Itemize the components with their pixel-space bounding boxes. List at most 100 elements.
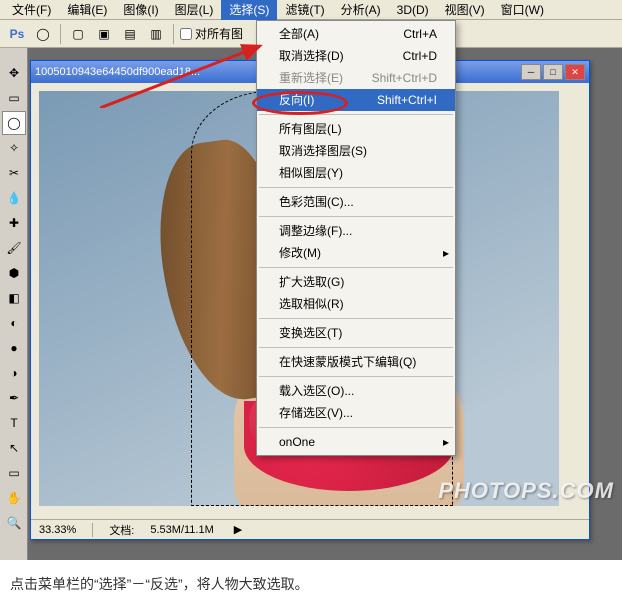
menu-edit[interactable]: 编辑(E)	[59, 0, 115, 20]
maximize-button[interactable]: □	[543, 64, 563, 80]
chevron-right-icon[interactable]: ▶	[234, 523, 242, 536]
menu-item-label: 选取相似(R)	[279, 296, 344, 312]
watermark: PHOTOPS.COM	[438, 478, 614, 504]
submenu-arrow-icon: ▸	[443, 245, 449, 261]
sample-all-checkbox[interactable]	[180, 28, 192, 40]
hand-tool[interactable]: ✋	[2, 486, 26, 510]
menu-separator	[259, 376, 453, 377]
menu-layer[interactable]: 图层(L)	[167, 0, 222, 20]
menu-item-label: 相似图层(Y)	[279, 165, 343, 181]
blur-tool[interactable]: ●	[2, 336, 26, 360]
menu-item-label: 取消选择图层(S)	[279, 143, 367, 159]
minimize-button[interactable]: ─	[521, 64, 541, 80]
eraser-tool[interactable]: ◧	[2, 286, 26, 310]
menu-filter[interactable]: 滤镜(T)	[277, 0, 332, 20]
menu-window[interactable]: 窗口(W)	[493, 0, 552, 20]
wand-tool[interactable]: ✧	[2, 136, 26, 160]
menu-item[interactable]: 全部(A)Ctrl+A	[257, 23, 455, 45]
selection-new-icon[interactable]: ▢	[67, 23, 89, 45]
close-button[interactable]: ✕	[565, 64, 585, 80]
crop-tool[interactable]: ✂	[2, 161, 26, 185]
menu-item[interactable]: 取消选择(D) Ctrl+D	[257, 45, 455, 67]
menu-item-label: 所有图层(L)	[279, 121, 342, 137]
heal-tool[interactable]: ✚	[2, 211, 26, 235]
separator	[60, 24, 61, 44]
menu-item[interactable]: 载入选区(O)...	[257, 380, 455, 402]
doc-size-value: 5.53M/11.1M	[150, 524, 213, 536]
menu-separator	[259, 187, 453, 188]
menu-item[interactable]: 扩大选取(G)	[257, 271, 455, 293]
menu-item-label: 全部(A)	[279, 26, 319, 42]
menu-item[interactable]: 反向(I) Shift+Ctrl+I	[257, 89, 455, 111]
menu-item[interactable]: 所有图层(L)	[257, 118, 455, 140]
lasso-tool-icon[interactable]: ◯	[32, 23, 54, 45]
move-tool[interactable]: ✥	[2, 61, 26, 85]
caption-text: 点击菜单栏的“选择”－“反选”，将人物大致选取。	[0, 560, 622, 598]
ps-icon: Ps	[6, 23, 28, 45]
menu-item-label: 存储选区(V)...	[279, 405, 353, 421]
eyedropper-tool[interactable]: 💧	[2, 186, 26, 210]
selection-add-icon[interactable]: ▣	[93, 23, 115, 45]
menu-item[interactable]: 色彩范围(C)...	[257, 191, 455, 213]
tools-panel: ✥ ▭ ◯ ✧ ✂ 💧 ✚ 🖌 ⬢ ◧ ◐ ● ◑ ✒ T ↖ ▭ ✋ 🔍	[0, 48, 28, 560]
menu-item-shortcut: Ctrl+D	[403, 48, 437, 64]
menu-file[interactable]: 文件(F)	[4, 0, 59, 20]
menu-item[interactable]: 相似图层(Y)	[257, 162, 455, 184]
menu-item-shortcut: Shift+Ctrl+I	[377, 92, 437, 108]
menu-separator	[259, 347, 453, 348]
menu-select[interactable]: 选择(S)	[221, 0, 277, 20]
menu-separator	[259, 318, 453, 319]
menu-item[interactable]: 在快速蒙版模式下编辑(Q)	[257, 351, 455, 373]
dodge-tool[interactable]: ◑	[2, 361, 26, 385]
menu-item: 重新选择(E) Shift+Ctrl+D	[257, 67, 455, 89]
shape-tool[interactable]: ▭	[2, 461, 26, 485]
menu-item-label: 修改(M)	[279, 245, 321, 261]
select-menu-dropdown: 全部(A)Ctrl+A 取消选择(D) Ctrl+D 重新选择(E) Shift+Ctr…	[256, 20, 456, 456]
gradient-tool[interactable]: ◐	[2, 311, 26, 335]
menu-item-label: 在快速蒙版模式下编辑(Q)	[279, 354, 416, 370]
menu-analysis[interactable]: 分析(A)	[333, 0, 389, 20]
menu-separator	[259, 427, 453, 428]
selection-subtract-icon[interactable]: ▤	[119, 23, 141, 45]
menu-item-label: 取消选择(D)	[279, 48, 344, 64]
document-statusbar: 33.33% 文档: 5.53M/11.1M ▶	[31, 519, 589, 539]
menu-item-shortcut: Shift+Ctrl+D	[372, 70, 437, 86]
zoom-level[interactable]: 33.33%	[39, 524, 76, 536]
zoom-tool[interactable]: 🔍	[2, 511, 26, 535]
menu-item[interactable]: 变换选区(T)	[257, 322, 455, 344]
menu-item-label: 色彩范围(C)...	[279, 194, 354, 210]
sample-all-layers-check[interactable]: 对所有图	[180, 25, 243, 42]
menu-separator	[259, 216, 453, 217]
menu-item-label: 重新选择(E)	[279, 70, 343, 86]
stamp-tool[interactable]: ⬢	[2, 261, 26, 285]
pen-tool[interactable]: ✒	[2, 386, 26, 410]
menu-item[interactable]: 修改(M) ▸	[257, 242, 455, 264]
path-tool[interactable]: ↖	[2, 436, 26, 460]
menu-item[interactable]: 存储选区(V)...	[257, 402, 455, 424]
menu-item[interactable]: 取消选择图层(S)	[257, 140, 455, 162]
menu-view[interactable]: 视图(V)	[437, 0, 493, 20]
menu-3d[interactable]: 3D(D)	[389, 1, 437, 19]
menu-item-label: 载入选区(O)...	[279, 383, 354, 399]
doc-size-label: 文档:	[109, 522, 134, 538]
menu-item[interactable]: 选取相似(R)	[257, 293, 455, 315]
menu-item[interactable]: onOne ▸	[257, 431, 455, 453]
type-tool[interactable]: T	[2, 411, 26, 435]
separator	[173, 24, 174, 44]
menu-separator	[259, 114, 453, 115]
menu-separator	[259, 267, 453, 268]
marquee-tool[interactable]: ▭	[2, 86, 26, 110]
menu-item-label: 变换选区(T)	[279, 325, 342, 341]
brush-tool[interactable]: 🖌	[2, 236, 26, 260]
menu-item-label: onOne	[279, 434, 315, 450]
selection-intersect-icon[interactable]: ▥	[145, 23, 167, 45]
lasso-tool[interactable]: ◯	[2, 111, 26, 135]
menubar: 文件(F) 编辑(E) 图像(I) 图层(L) 选择(S) 滤镜(T) 分析(A…	[0, 0, 622, 20]
submenu-arrow-icon: ▸	[443, 434, 449, 450]
sample-all-label: 对所有图	[195, 25, 243, 42]
menu-item-label: 调整边缘(F)...	[279, 223, 352, 239]
menu-item[interactable]: 调整边缘(F)...	[257, 220, 455, 242]
menu-image[interactable]: 图像(I)	[115, 0, 166, 20]
menu-item-label: 反向(I)	[279, 92, 314, 108]
menu-item-label: 扩大选取(G)	[279, 274, 344, 290]
